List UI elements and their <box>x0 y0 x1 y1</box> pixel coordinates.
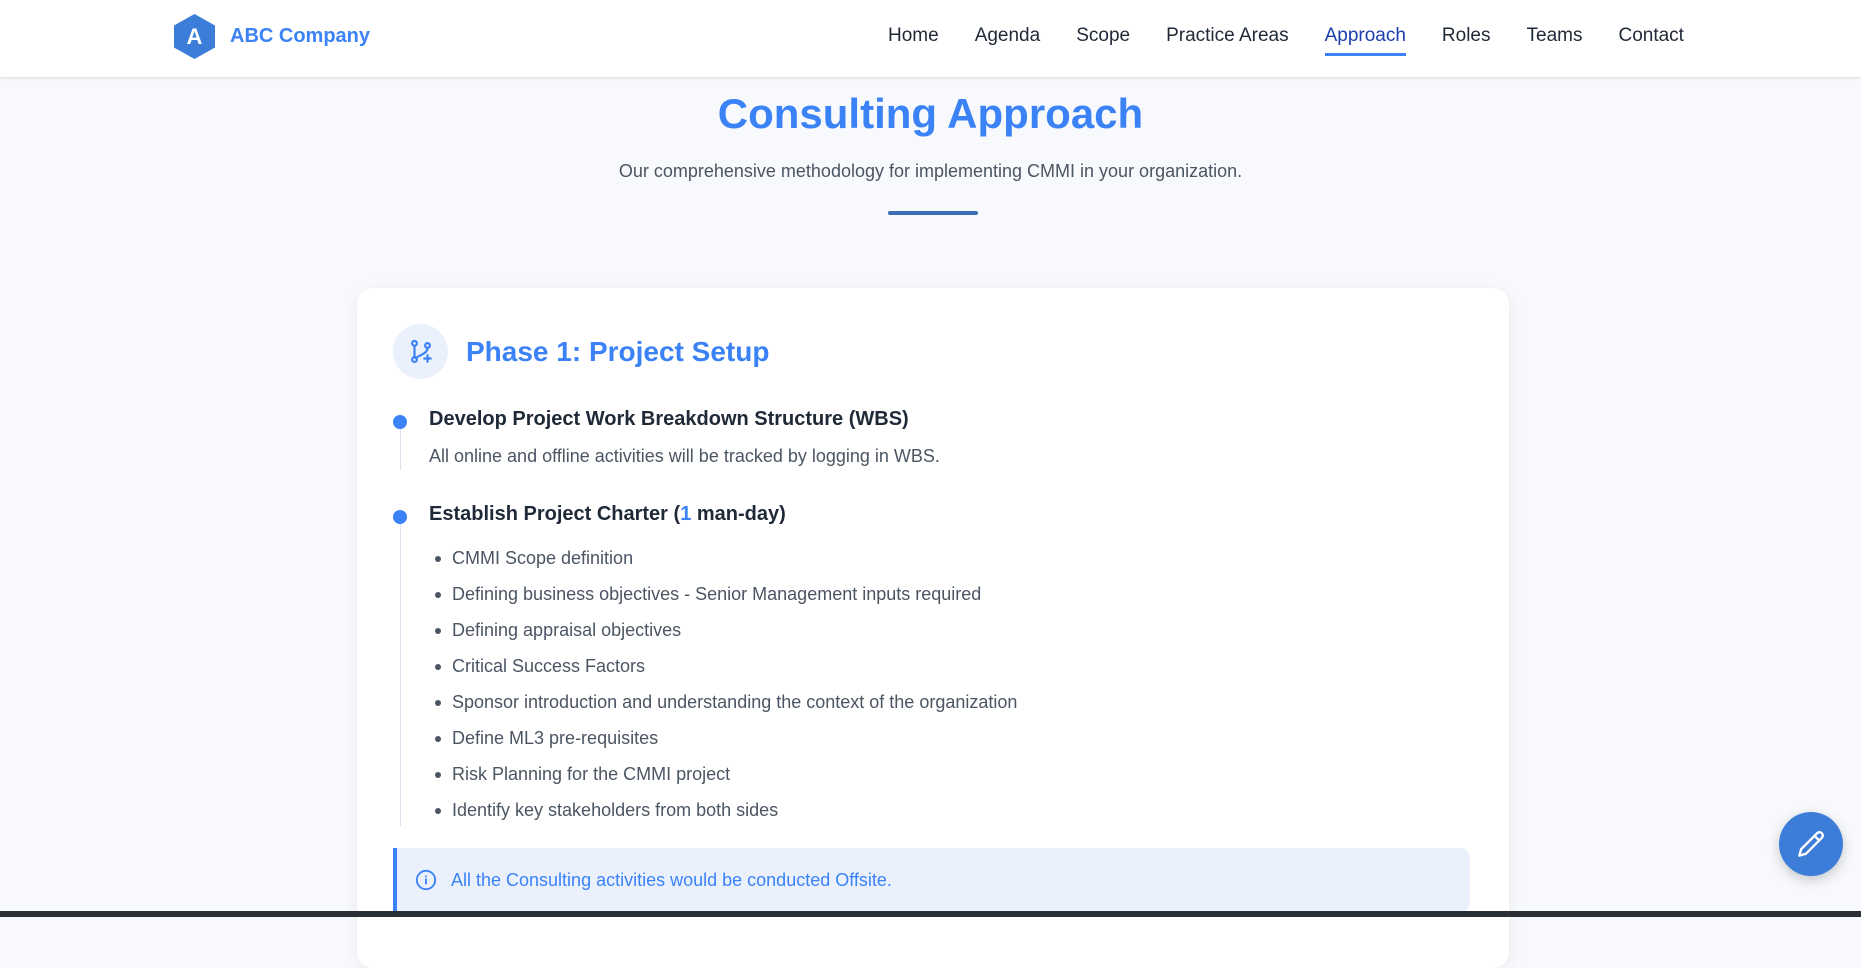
info-icon <box>415 869 437 891</box>
list-item: Risk Planning for the CMMI project <box>429 756 1017 792</box>
page-subtitle: Our comprehensive methodology for implem… <box>618 161 1243 181</box>
top-navbar: A ABC Company Home Agenda Scope Practice… <box>0 0 1861 77</box>
nav-contact[interactable]: Contact <box>1618 25 1683 56</box>
list-item: Defining appraisal objectives <box>429 612 1017 648</box>
step-description: All online and offline activities will b… <box>429 446 940 466</box>
phase-card: Phase 1: Project Setup Develop Project W… <box>357 288 1509 968</box>
main-nav: Home Agenda Scope Practice Areas Approac… <box>888 25 1720 56</box>
step-title-prefix: Establish Project Charter ( <box>429 503 681 525</box>
list-item: Identify key stakeholders from both side… <box>429 792 1017 828</box>
edit-fab-button[interactable] <box>1779 812 1843 876</box>
brand-logo: A <box>171 13 218 60</box>
step-title-duration: 1 <box>680 503 692 525</box>
pencil-icon <box>1798 831 1824 857</box>
list-item: CMMI Scope definition <box>429 540 1017 576</box>
title-divider <box>888 211 978 215</box>
charter-bullet-list: CMMI Scope definition Defining business … <box>429 540 1017 828</box>
page-title: Consulting Approach <box>717 90 1144 137</box>
git-branch-plus-icon <box>393 324 448 379</box>
nav-home[interactable]: Home <box>888 25 939 56</box>
list-item: Critical Success Factors <box>429 648 1017 684</box>
list-item: Defining business objectives - Senior Ma… <box>429 576 1017 612</box>
step-title: Develop Project Work Breakdown Structure… <box>429 408 909 430</box>
phase-title: Phase 1: Project Setup <box>466 335 770 367</box>
info-note-text: All the Consulting activities would be c… <box>451 869 892 890</box>
brand[interactable]: A ABC Company <box>171 13 370 60</box>
step-title: Establish Project Charter (1 man-day) <box>429 503 786 526</box>
brand-logo-letter: A <box>186 23 203 49</box>
nav-agenda[interactable]: Agenda <box>975 25 1041 56</box>
list-item: Sponsor introduction and understanding t… <box>429 684 1017 720</box>
list-item: Define ML3 pre-requisites <box>429 720 1017 756</box>
step-connector-line <box>400 429 401 470</box>
nav-approach[interactable]: Approach <box>1324 25 1406 56</box>
step-connector-line <box>400 524 401 826</box>
step-bullet-dot <box>393 415 407 429</box>
info-note: All the Consulting activities would be c… <box>393 848 1470 912</box>
nav-teams[interactable]: Teams <box>1527 25 1583 56</box>
phase-header: Phase 1: Project Setup <box>393 324 769 379</box>
nav-roles[interactable]: Roles <box>1442 25 1491 56</box>
brand-name: ABC Company <box>230 25 371 47</box>
step-bullet-dot <box>393 510 407 524</box>
step-title-suffix: man-day) <box>691 503 786 525</box>
window-bottom-edge <box>0 911 1861 917</box>
nav-scope[interactable]: Scope <box>1076 25 1130 56</box>
nav-practice-areas[interactable]: Practice Areas <box>1166 25 1289 56</box>
